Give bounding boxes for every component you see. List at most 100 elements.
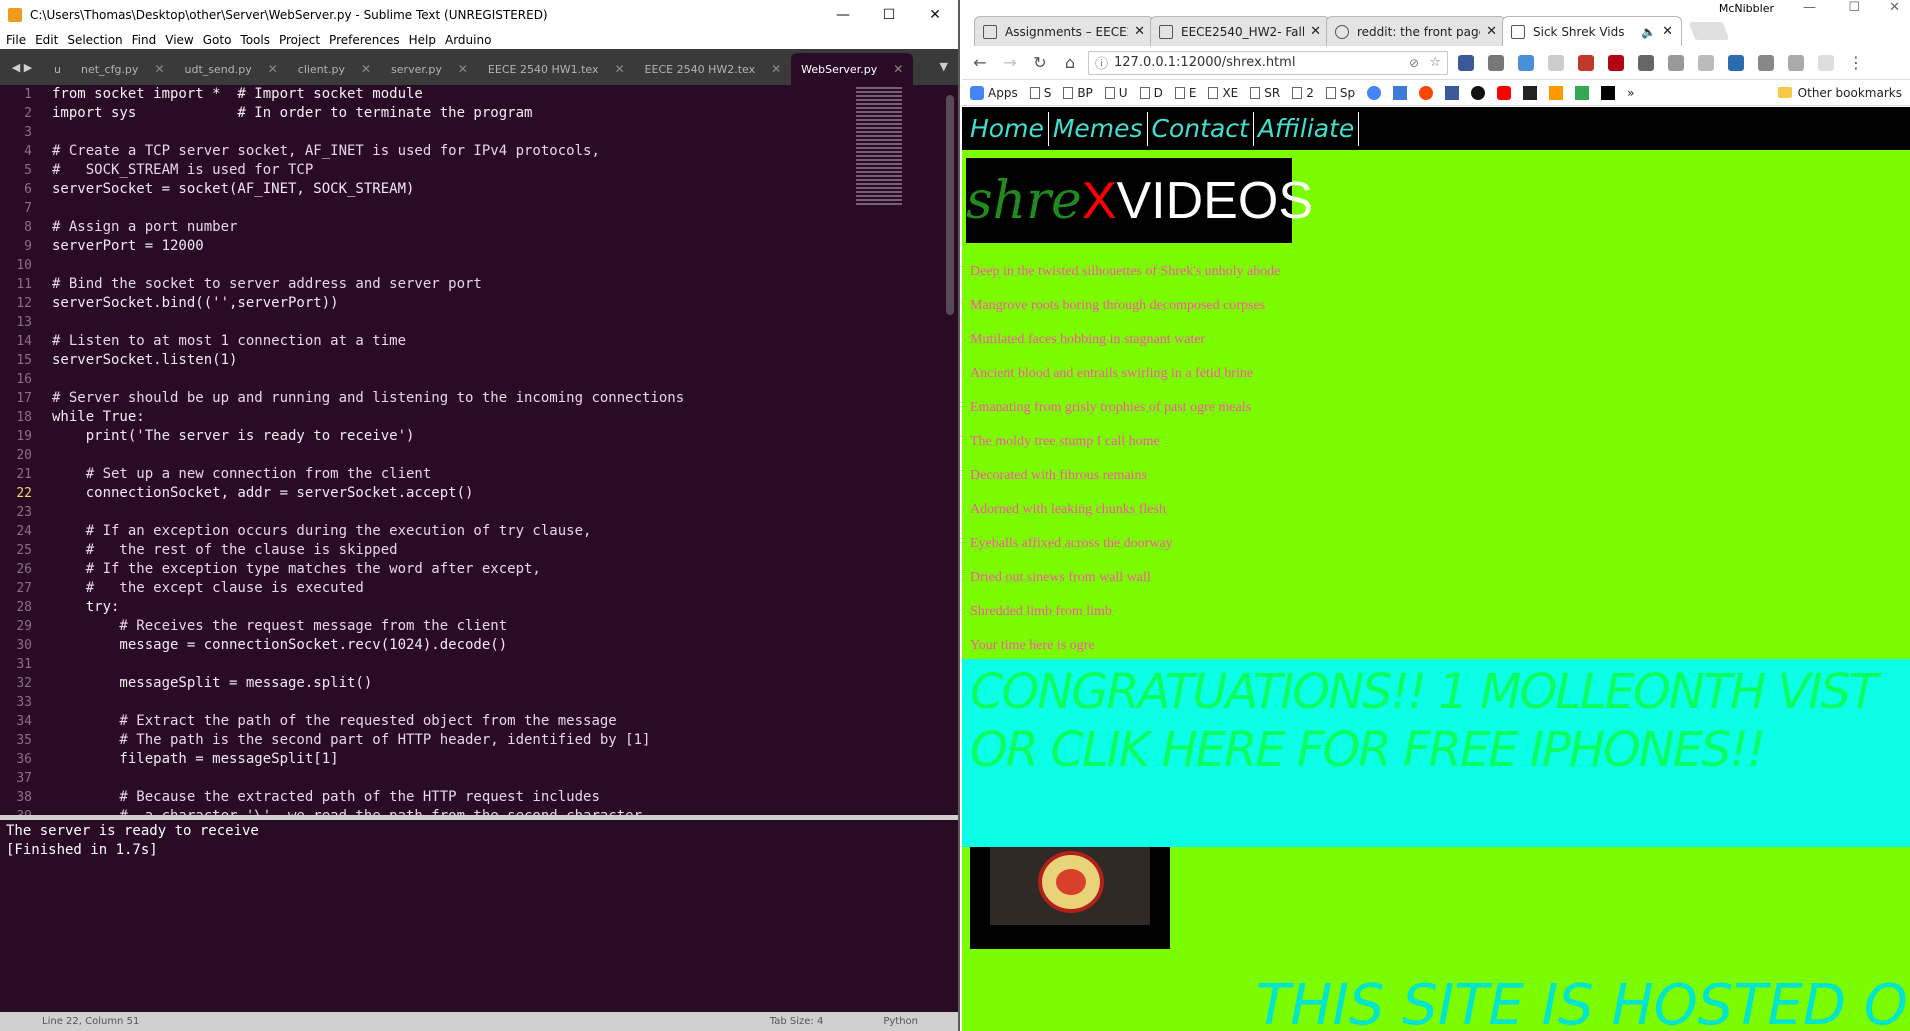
chrome-close-icon[interactable]: ✕: [1889, 0, 1900, 15]
code-line[interactable]: 29 # Receives the request message from t…: [0, 617, 958, 636]
code-text[interactable]: print('The server is ready to receive'): [40, 427, 415, 446]
code-text[interactable]: connectionSocket, addr = serverSocket.ac…: [40, 484, 474, 503]
code-line[interactable]: 10: [0, 256, 958, 275]
extension-icon[interactable]: [1548, 54, 1564, 71]
code-line[interactable]: 26 # If the exception type matches the w…: [0, 560, 958, 579]
paw-bookmark-icon[interactable]: [1523, 85, 1538, 100]
drive-bookmark-icon[interactable]: [1575, 85, 1590, 100]
code-line[interactable]: 17 # Server should be up and running and …: [0, 389, 958, 408]
google-bookmark-icon[interactable]: [1367, 85, 1382, 100]
maximize-icon[interactable]: ☐: [866, 0, 912, 30]
menu-selection[interactable]: Selection: [67, 33, 122, 47]
profile-name[interactable]: McNibbler: [1719, 2, 1774, 15]
code-line[interactable]: 35 # The path is the second part of HTTP…: [0, 731, 958, 750]
editor-scrollbar[interactable]: [946, 95, 954, 315]
menu-find[interactable]: Find: [132, 33, 157, 47]
code-text[interactable]: # Set up a new connection from the clien…: [40, 465, 432, 484]
code-text[interactable]: # Server should be up and running and li…: [40, 389, 684, 408]
extension-icon[interactable]: [1458, 54, 1474, 71]
code-text[interactable]: [40, 370, 52, 389]
bookmark-icon[interactable]: [1393, 85, 1408, 100]
code-line[interactable]: 37: [0, 769, 958, 788]
amazon-bookmark-icon[interactable]: [1549, 85, 1564, 100]
code-line[interactable]: 25 # the rest of the clause is skipped: [0, 541, 958, 560]
extension-icon[interactable]: [1488, 54, 1504, 71]
code-text[interactable]: [40, 769, 52, 788]
code-text[interactable]: # the except clause is executed: [40, 579, 364, 598]
code-line[interactable]: 23: [0, 503, 958, 522]
chrome-tab-reddit[interactable]: reddit: the front page o ✕: [1326, 16, 1506, 46]
nav-memes-link[interactable]: Memes: [1049, 111, 1148, 146]
code-text[interactable]: # Receives the request message from the …: [40, 617, 507, 636]
tab-close-icon[interactable]: ✕: [771, 62, 781, 76]
chrome-menu-icon[interactable]: ⋮: [1844, 51, 1868, 75]
extension-icon[interactable]: [1638, 54, 1654, 71]
code-text[interactable]: serverSocket.bind(('',serverPort)): [40, 294, 339, 313]
bookmark-item[interactable]: SR: [1250, 86, 1280, 100]
extension-icon[interactable]: [1818, 54, 1834, 71]
close-icon[interactable]: ✕: [912, 0, 958, 30]
extension-icon[interactable]: [1758, 54, 1774, 71]
bookmark-item[interactable]: U: [1104, 86, 1128, 100]
code-text[interactable]: # the rest of the clause is skipped: [40, 541, 398, 560]
tab-nav-arrows-icon[interactable]: ◀ ▶: [0, 49, 44, 85]
tab-close-icon[interactable]: ✕: [1486, 24, 1497, 39]
info-icon[interactable]: ⓘ: [1095, 53, 1108, 72]
tab-close-icon[interactable]: ✕: [361, 62, 371, 76]
code-text[interactable]: try:: [40, 598, 120, 617]
code-editor[interactable]: 1 from socket import * # Import socket mo…: [0, 85, 958, 815]
code-line[interactable]: 2 import sys # In order to terminate the …: [0, 104, 958, 123]
code-line[interactable]: 4 # Create a TCP server socket, AF_INET i…: [0, 142, 958, 161]
chrome-tab-hw2[interactable]: EECE2540_HW2- Fall 20 ✕: [1150, 16, 1330, 46]
tab-webserver[interactable]: WebServer.py ✕: [791, 53, 914, 85]
menu-help[interactable]: Help: [409, 33, 436, 47]
code-text[interactable]: serverSocket = socket(AF_INET, SOCK_STRE…: [40, 180, 414, 199]
code-text[interactable]: [40, 693, 52, 712]
code-line[interactable]: 7: [0, 199, 958, 218]
menu-preferences[interactable]: Preferences: [329, 33, 400, 47]
code-text[interactable]: from socket import * # Import socket mod…: [40, 85, 423, 104]
code-text[interactable]: messageSplit = message.split(): [40, 674, 372, 693]
code-line[interactable]: 33: [0, 693, 958, 712]
tab-close-icon[interactable]: ✕: [1662, 24, 1673, 39]
code-line[interactable]: 32 messageSplit = message.split(): [0, 674, 958, 693]
extension-icon[interactable]: [1698, 54, 1714, 71]
extension-icon[interactable]: [1668, 54, 1684, 71]
code-line[interactable]: 24 # If an exception occurs during the e…: [0, 522, 958, 541]
code-text[interactable]: # SOCK_STREAM is used for TCP: [40, 161, 313, 180]
code-text[interactable]: [40, 446, 52, 465]
code-line[interactable]: 27 # the except clause is executed: [0, 579, 958, 598]
extension-icon[interactable]: [1728, 54, 1744, 71]
code-text[interactable]: # The path is the second part of HTTP he…: [40, 731, 650, 750]
code-text[interactable]: serverPort = 12000: [40, 237, 204, 256]
bookmark-icon[interactable]: [1471, 85, 1486, 100]
code-text[interactable]: # Because the extracted path of the HTTP…: [40, 788, 599, 807]
code-line[interactable]: 12 serverSocket.bind(('',serverPort)): [0, 294, 958, 313]
back-icon[interactable]: ←: [968, 51, 992, 75]
menu-goto[interactable]: Goto: [203, 33, 232, 47]
code-text[interactable]: filepath = messageSplit[1]: [40, 750, 338, 769]
reload-icon[interactable]: ↻: [1028, 51, 1052, 75]
code-text[interactable]: # Listen to at most 1 connection at a ti…: [40, 332, 406, 351]
code-text[interactable]: while True:: [40, 408, 145, 427]
code-text[interactable]: [40, 503, 52, 522]
forward-icon[interactable]: →: [998, 51, 1022, 75]
bookmarks-overflow-icon[interactable]: »: [1627, 86, 1634, 100]
chrome-minimize-icon[interactable]: —: [1803, 0, 1816, 15]
code-text[interactable]: [40, 199, 52, 218]
tab-close-icon[interactable]: ✕: [458, 62, 468, 76]
code-text[interactable]: # Create a TCP server socket, AF_INET is…: [40, 142, 600, 161]
tab-u[interactable]: u: [44, 53, 71, 85]
bookmark-item[interactable]: BP: [1063, 86, 1093, 100]
home-icon[interactable]: ⌂: [1058, 51, 1082, 75]
bookmark-item[interactable]: XE: [1208, 86, 1238, 100]
tab-hw1[interactable]: EECE 2540 HW1.tex ✕: [478, 53, 635, 85]
code-text[interactable]: [40, 256, 52, 275]
bookmark-item[interactable]: E: [1174, 86, 1196, 100]
extension-icon[interactable]: [1518, 54, 1534, 71]
bookmark-item[interactable]: 2: [1292, 86, 1314, 100]
new-tab-button[interactable]: [1688, 22, 1730, 40]
syntax-mode[interactable]: Python: [883, 1016, 918, 1027]
bookmark-icon[interactable]: [1601, 85, 1616, 100]
code-line[interactable]: 38 # Because the extracted path of the H…: [0, 788, 958, 807]
